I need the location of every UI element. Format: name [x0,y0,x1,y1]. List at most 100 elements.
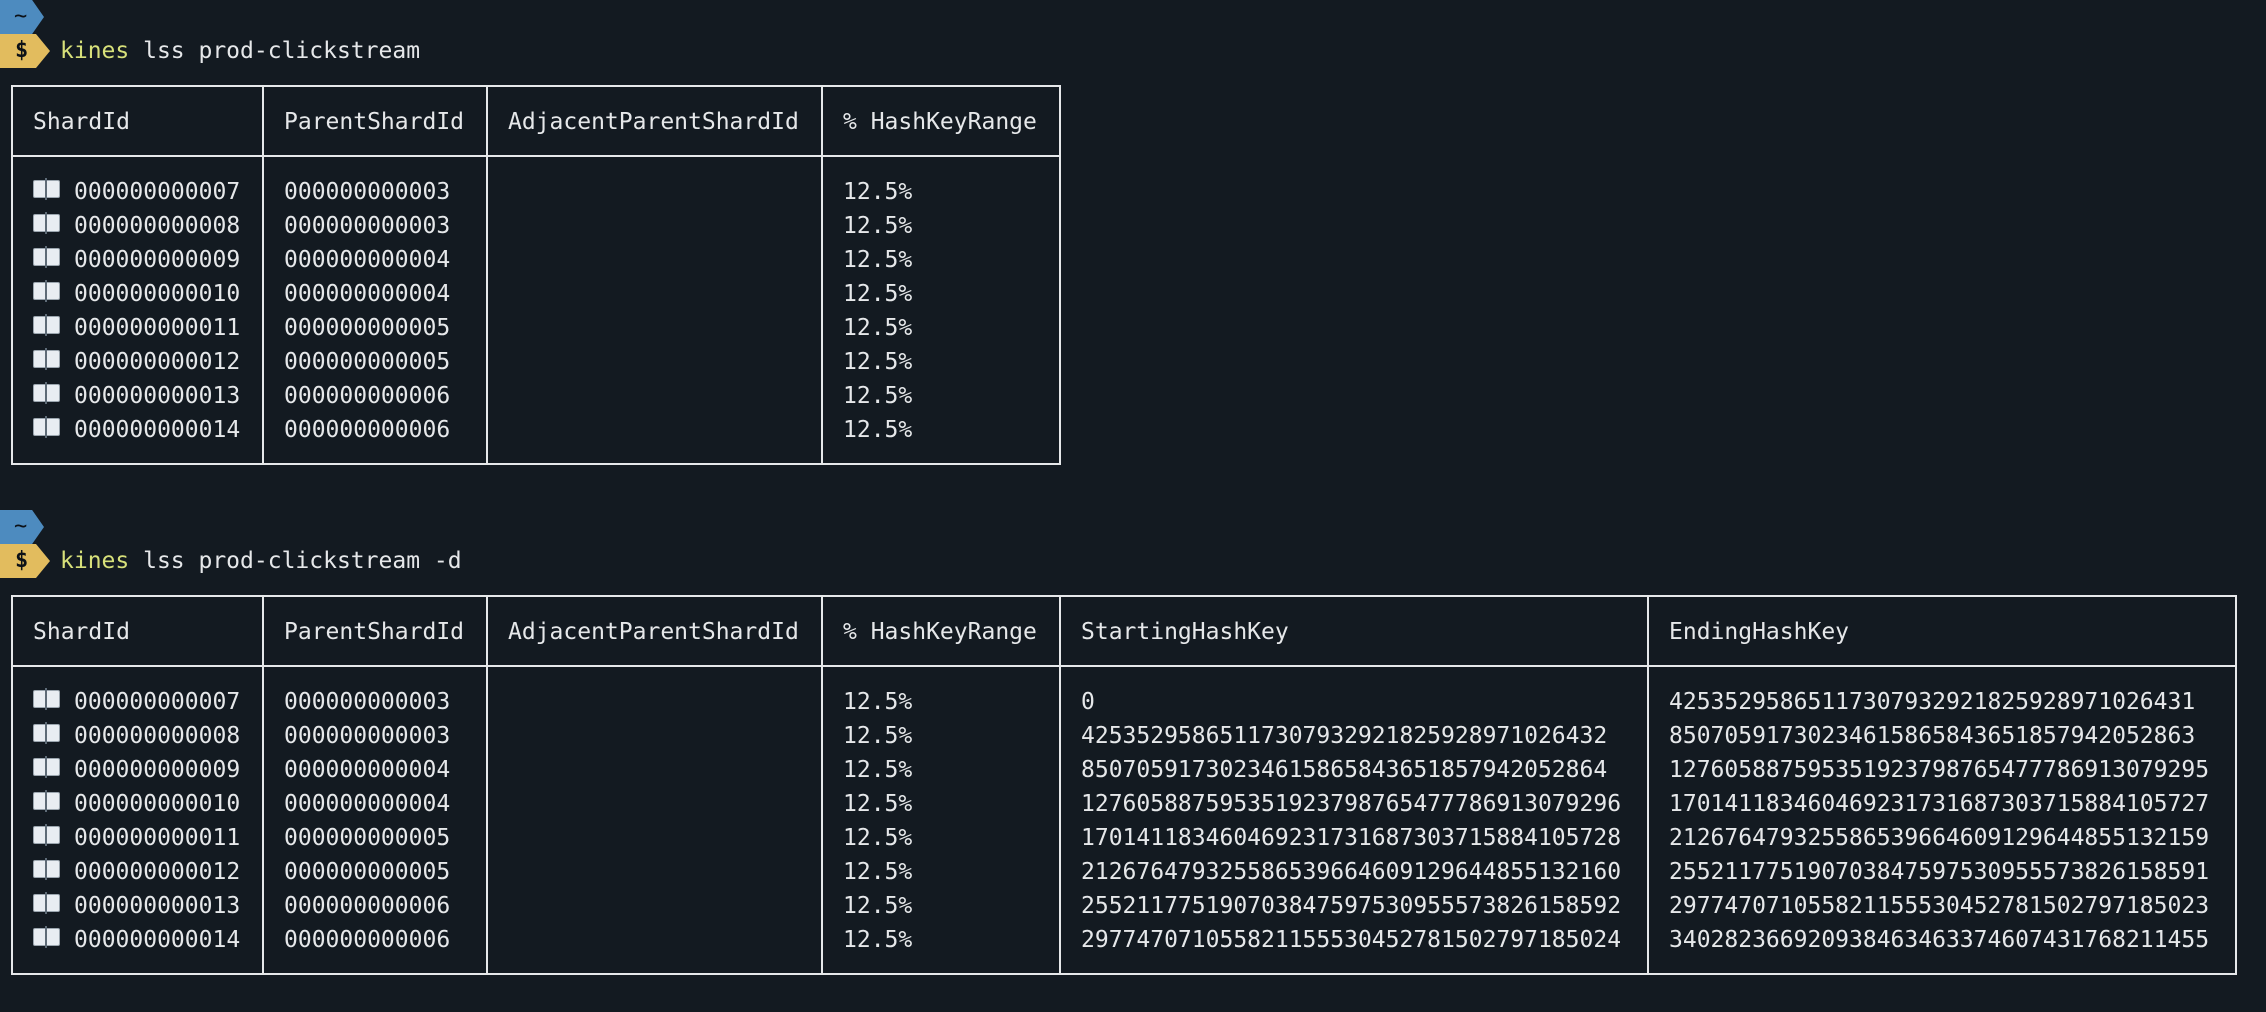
command-line: $ kines lss prod-clickstream [0,34,2266,68]
header-hash-key-range: % HashKeyRange [821,86,1061,157]
adjacent-cell [508,243,801,277]
adjacent-cell [508,923,801,957]
start-cell: 0 [1081,689,1095,715]
open-book-icon [33,212,60,234]
ending-hash-key-column: 42535295865117307932921825928971026431 85… [1647,666,2237,974]
parent-cell: 000000000003 [284,179,451,205]
prompt-symbol-tag: $ [0,34,50,68]
open-book-icon [33,892,60,914]
shard-id-value: 000000000014 [74,417,241,443]
range-cell: 12.5% [843,213,913,239]
open-book-icon [33,314,60,336]
shard-id-cell: 000000000010 [33,277,242,311]
end-cell: 212676479325586539664609129644855132159 [1669,825,2210,851]
command-name: kines [60,548,130,574]
command-line: $ kines lss prod-clickstream -d [0,544,2266,578]
open-book-icon [33,926,60,948]
table-header-row: ShardId ParentShardId AdjacentParentShar… [11,596,2237,667]
open-book-icon [33,348,60,370]
open-book-icon [33,824,60,846]
shard-id-cell: 000000000007 [33,685,242,719]
header-hash-key-range: % HashKeyRange [821,596,1061,667]
parent-cell: 000000000004 [284,281,451,307]
directory-tag: ~ [0,510,44,544]
range-cell: 12.5% [843,689,913,715]
table-body-row: 000000000007 000000000008 000000000009 0000… [11,666,2237,974]
prompt-dir-line: ~ [0,510,2266,544]
adjacent-cell [508,821,801,855]
shard-id-value: 000000000013 [74,383,241,409]
shard-id-value: 000000000008 [74,723,241,749]
open-book-icon [33,416,60,438]
adjacent-cell [508,345,801,379]
range-cell: 12.5% [843,417,913,443]
shard-id-value: 000000000014 [74,927,241,953]
command-args: lss prod-clickstream [129,38,421,64]
range-cell: 12.5% [843,723,913,749]
parent-cell: 000000000006 [284,383,451,409]
header-adjacent-parent-shard-id: AdjacentParentShardId [486,86,823,157]
end-cell: 255211775190703847597530955573826158591 [1669,859,2210,885]
parent-cell: 000000000003 [284,689,451,715]
adjacent-cell [508,209,801,243]
command-args: lss prod-clickstream -d [129,548,462,574]
adjacent-cell [508,277,801,311]
parent-cell: 000000000003 [284,213,451,239]
parent-cell: 000000000006 [284,893,451,919]
shard-id-cell: 000000000014 [33,923,242,957]
shard-id-value: 000000000009 [74,247,241,273]
range-cell: 12.5% [843,349,913,375]
parent-cell: 000000000004 [284,791,451,817]
table-header-row: ShardId ParentShardId AdjacentParentShar… [11,86,1061,157]
end-cell: 42535295865117307932921825928971026431 [1669,689,2196,715]
shard-id-value: 000000000007 [74,689,241,715]
range-cell: 12.5% [843,757,913,783]
open-book-icon [33,790,60,812]
shard-id-cell: 000000000010 [33,787,242,821]
adjacent-parent-shard-id-column [486,666,823,974]
shard-id-value: 000000000013 [74,893,241,919]
shard-id-value: 000000000007 [74,179,241,205]
shard-id-cell: 000000000008 [33,209,242,243]
adjacent-cell [508,855,801,889]
shard-id-value: 000000000008 [74,213,241,239]
adjacent-cell [508,413,801,447]
shard-id-cell: 000000000009 [33,753,242,787]
shard-id-value: 000000000009 [74,757,241,783]
start-cell: 170141183460469231731687303715884105728 [1081,825,1622,851]
shard-id-value: 000000000011 [74,315,241,341]
open-book-icon [33,280,60,302]
shard-id-cell: 000000000013 [33,889,242,923]
start-cell: 85070591730234615865843651857942052864 [1081,757,1608,783]
adjacent-cell [508,685,801,719]
range-cell: 12.5% [843,927,913,953]
shard-id-cell: 000000000012 [33,345,242,379]
directory-label: ~ [14,4,28,29]
start-cell: 127605887595351923798765477786913079296 [1081,791,1622,817]
adjacent-cell [508,379,801,413]
table-body-row: 000000000007 000000000008 000000000009 0000… [11,156,1061,464]
header-adjacent-parent-shard-id: AdjacentParentShardId [486,596,823,667]
open-book-icon [33,858,60,880]
header-shard-id: ShardId [11,86,264,157]
shard-id-cell: 000000000013 [33,379,242,413]
parent-cell: 000000000004 [284,247,451,273]
start-cell: 255211775190703847597530955573826158592 [1081,893,1622,919]
adjacent-parent-shard-id-column [486,156,823,464]
parent-cell: 000000000006 [284,927,451,953]
terminal-session-1: ~ $ kines lss prod-clickstream [0,0,2266,68]
shard-id-value: 000000000010 [74,281,241,307]
shards-table: ShardId ParentShardId AdjacentParentShar… [11,85,1061,465]
directory-tag: ~ [0,0,44,34]
adjacent-cell [508,719,801,753]
parent-shard-id-column: 000000000003 000000000003 000000000004 0000… [262,666,488,974]
parent-cell: 000000000003 [284,723,451,749]
terminal-session-2: ~ $ kines lss prod-clickstream -d [0,510,2266,578]
parent-cell: 000000000005 [284,825,451,851]
adjacent-cell [508,889,801,923]
prompt-symbol: $ [15,548,29,573]
directory-label: ~ [14,514,28,539]
starting-hash-key-column: 0 42535295865117307932921825928971026432 8… [1059,666,1649,974]
shard-id-cell: 000000000014 [33,413,242,447]
start-cell: 297747071055821155530452781502797185024 [1081,927,1622,953]
